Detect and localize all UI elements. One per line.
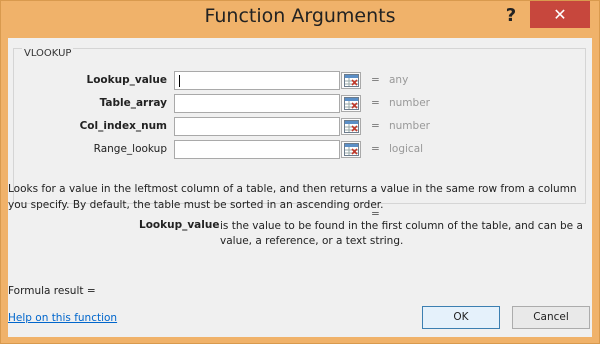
range-lookup-input[interactable]	[174, 140, 340, 159]
lookup-value-collapse-button[interactable]	[341, 72, 361, 89]
text-caret	[179, 75, 180, 87]
col-index-num-input[interactable]	[174, 117, 340, 136]
arg-equals: =	[371, 74, 380, 86]
arg-label-col-index-num: Col_index_num	[79, 120, 167, 132]
arg-equals: =	[371, 120, 380, 132]
arg-equals: =	[371, 97, 380, 109]
arg-label-range-lookup: Range_lookup	[93, 143, 167, 155]
table-array-collapse-button[interactable]	[341, 95, 361, 112]
current-arg-name: Lookup_value	[139, 219, 220, 231]
lookup-value-input[interactable]	[174, 71, 340, 90]
col-index-num-collapse-button[interactable]	[341, 118, 361, 135]
arg-type-table-array: number	[389, 97, 430, 109]
arg-row-lookup-value: Lookup_value = any	[14, 71, 587, 91]
arg-row-col-index-num: Col_index_num = number	[14, 117, 587, 137]
help-icon[interactable]: ?	[496, 3, 526, 29]
help-on-function-link[interactable]: Help on this function	[8, 312, 117, 324]
function-name-label: VLOOKUP	[22, 48, 74, 59]
arg-equals: =	[371, 143, 380, 155]
arg-type-range-lookup: logical	[389, 143, 424, 155]
arg-label-lookup-value: Lookup_value	[86, 74, 167, 86]
ok-button[interactable]: OK	[422, 306, 500, 329]
current-arg-description: is the value to be found in the first co…	[220, 220, 583, 247]
table-array-input[interactable]	[174, 94, 340, 113]
cancel-button[interactable]: Cancel	[512, 306, 590, 329]
dialog-body: VLOOKUP Lookup_value = any Table_array =…	[8, 38, 592, 337]
function-description: Looks for a value in the leftmost column…	[8, 183, 577, 211]
range-select-icon	[344, 74, 359, 87]
formula-result-label: Formula result =	[8, 285, 96, 297]
arg-type-col-index-num: number	[389, 120, 430, 132]
arg-label-table-array: Table_array	[99, 97, 167, 109]
arg-row-range-lookup: Range_lookup = logical	[14, 140, 587, 160]
title-bar[interactable]: Function Arguments ? ✕	[1, 1, 599, 38]
range-lookup-collapse-button[interactable]	[341, 141, 361, 158]
function-arguments-dialog: Function Arguments ? ✕ VLOOKUP Lookup_va…	[0, 0, 600, 344]
close-button[interactable]: ✕	[530, 1, 590, 28]
arg-type-lookup-value: any	[389, 74, 409, 86]
range-select-icon	[344, 120, 359, 133]
range-select-icon	[344, 97, 359, 110]
arg-row-table-array: Table_array = number	[14, 94, 587, 114]
range-select-icon	[344, 143, 359, 156]
